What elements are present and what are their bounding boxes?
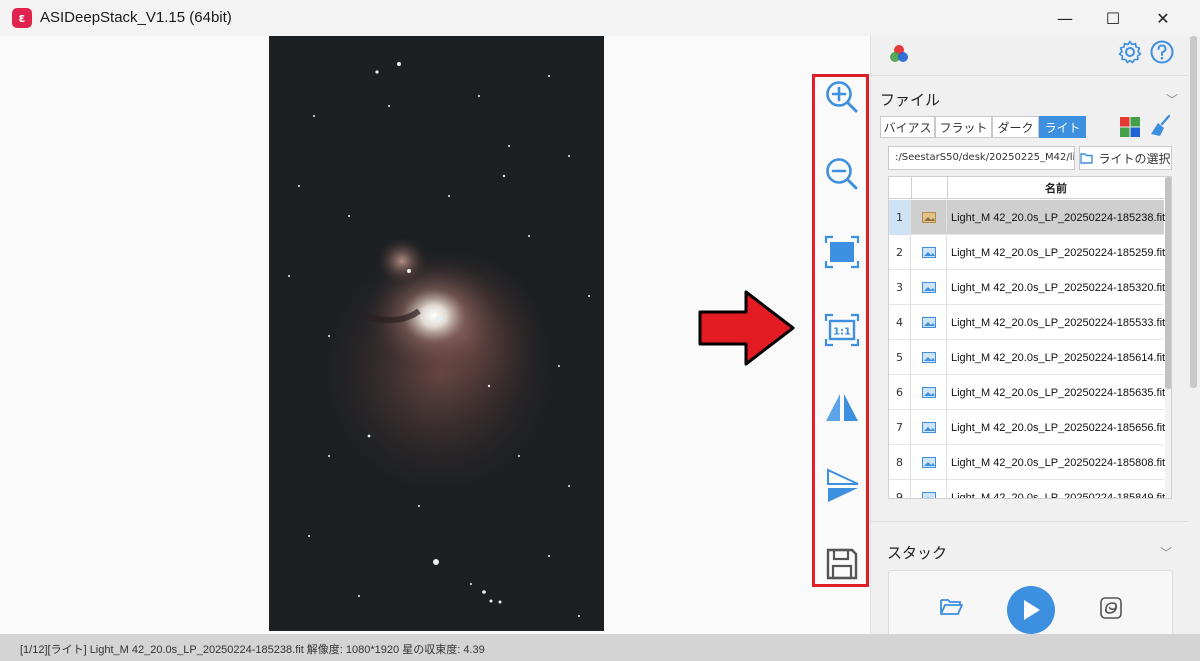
row-number: 5	[889, 340, 911, 375]
help-icon[interactable]	[1150, 40, 1174, 64]
table-row[interactable]: 8 Light_M 42_20.0s_LP_20250224-185808.fi…	[889, 445, 1166, 480]
panel-scroll-thumb[interactable]	[1190, 36, 1197, 388]
row-number: 7	[889, 410, 911, 445]
zoom-in-button[interactable]	[824, 79, 860, 115]
row-number: 2	[889, 235, 911, 270]
file-table: 名前 1 Light_M 42_20.0s_LP_20250224-185238…	[888, 176, 1172, 499]
table-row[interactable]: 3 Light_M 42_20.0s_LP_20250224-185320.fi…	[889, 270, 1166, 305]
gear-icon[interactable]	[1118, 40, 1142, 64]
image-file-icon	[911, 375, 947, 410]
folder-open-icon[interactable]	[939, 597, 963, 617]
window-title: ASIDeepStack_V1.15 (64bit)	[40, 9, 232, 26]
image-file-icon	[911, 305, 947, 340]
red-arrow-icon	[698, 290, 795, 366]
image-file-icon	[911, 340, 947, 375]
image-file-icon	[911, 480, 947, 498]
table-vertical-scroll-thumb[interactable]	[1165, 177, 1171, 389]
table-row[interactable]: 4 Light_M 42_20.0s_LP_20250224-185533.fi…	[889, 305, 1166, 340]
tab-dark[interactable]: ダーク	[992, 116, 1039, 138]
actual-size-button[interactable]: 1:1	[824, 312, 860, 348]
astro-image	[269, 36, 604, 631]
stack-section-title: スタック	[887, 544, 948, 562]
zoom-out-icon	[826, 158, 858, 190]
chevron-down-icon[interactable]: ﹀	[1166, 91, 1178, 108]
file-name: Light_M 42_20.0s_LP_20250224-185320.fit	[951, 281, 1166, 294]
table-row[interactable]: 5 Light_M 42_20.0s_LP_20250224-185614.fi…	[889, 340, 1166, 375]
title-bar: ε ASIDeepStack_V1.15 (64bit) — ☐ ✕	[0, 0, 1200, 36]
color-grid-icon[interactable]	[1119, 116, 1141, 138]
table-header: 名前	[889, 177, 1164, 199]
save-icon	[826, 548, 858, 580]
select-lights-button[interactable]: ライトの選択	[1079, 146, 1172, 170]
flip-horizontal-icon	[826, 394, 858, 421]
header-icon-column	[911, 177, 947, 199]
file-name: Light_M 42_20.0s_LP_20250224-185259.fit	[951, 246, 1166, 259]
table-row[interactable]: 9 Light_M 42_20.0s_LP_20250224-185849.fi…	[889, 480, 1166, 499]
play-icon	[1024, 600, 1040, 620]
stack-section: スタック ﹀	[871, 521, 1189, 640]
file-name: Light_M 42_20.0s_LP_20250224-185614.fit	[951, 351, 1166, 364]
broom-icon[interactable]	[1149, 114, 1173, 138]
image-file-icon	[911, 445, 947, 480]
view-toolbar: 1:1	[812, 74, 869, 587]
folder-add-icon	[1080, 153, 1094, 164]
table-vertical-scrollbar[interactable]	[1165, 177, 1171, 498]
flip-vertical-icon	[827, 468, 859, 502]
color-balance-icon[interactable]	[887, 42, 911, 66]
file-name: Light_M 42_20.0s_LP_20250224-185238.fit	[951, 211, 1166, 224]
panel-header	[871, 36, 1189, 76]
file-name: Light_M 42_20.0s_LP_20250224-185635.fit	[951, 386, 1166, 399]
file-name: Light_M 42_20.0s_LP_20250224-185656.fit	[951, 421, 1166, 434]
table-row[interactable]: 6 Light_M 42_20.0s_LP_20250224-185635.fi…	[889, 375, 1166, 410]
tab-bias[interactable]: バイアス	[880, 116, 935, 138]
tab-flat[interactable]: フラット	[935, 116, 992, 138]
fit-window-icon	[824, 235, 860, 269]
row-number: 6	[889, 375, 911, 410]
light-folder-path[interactable]: :/SeestarS50/desk/20250225_M42/lights	[888, 146, 1075, 170]
row-number: 8	[889, 445, 911, 480]
row-number: 9	[889, 480, 911, 498]
row-number: 3	[889, 270, 911, 305]
minimize-button[interactable]: —	[1042, 0, 1088, 36]
flip-horizontal-button[interactable]	[824, 390, 860, 426]
zoom-out-button[interactable]	[824, 156, 860, 192]
file-name: Light_M 42_20.0s_LP_20250224-185849.fit	[951, 491, 1166, 499]
start-stack-button[interactable]	[1007, 586, 1055, 634]
svg-text:1:1: 1:1	[833, 327, 851, 338]
app-window: ε ASIDeepStack_V1.15 (64bit) — ☐ ✕ 1:1 フ…	[0, 0, 1200, 661]
maximize-button[interactable]: ☐	[1090, 0, 1136, 36]
table-row[interactable]: 1 Light_M 42_20.0s_LP_20250224-185238.fi…	[889, 200, 1166, 235]
app-logo-icon: ε	[12, 8, 32, 28]
file-name: Light_M 42_20.0s_LP_20250224-185533.fit	[951, 316, 1166, 329]
tab-light[interactable]: ライト	[1039, 116, 1086, 138]
table-row[interactable]: 7 Light_M 42_20.0s_LP_20250224-185656.fi…	[889, 410, 1166, 445]
orion-nebula-image	[288, 62, 590, 617]
image-file-icon	[911, 410, 947, 445]
image-file-icon	[911, 270, 947, 305]
row-number: 4	[889, 305, 911, 340]
zoom-in-icon	[826, 81, 858, 113]
actual-size-icon: 1:1	[824, 313, 860, 347]
flip-vertical-button[interactable]	[824, 468, 860, 504]
galaxy-icon[interactable]	[1099, 596, 1123, 620]
image-file-icon	[911, 235, 947, 270]
close-button[interactable]: ✕	[1140, 0, 1186, 36]
panel-scrollbar[interactable]	[1188, 36, 1200, 634]
file-name: Light_M 42_20.0s_LP_20250224-185808.fit	[951, 456, 1166, 469]
control-panel: ファイル ﹀ バイアス フラット ダーク ライト :/SeestarS50/de…	[870, 36, 1189, 640]
stack-controls	[888, 570, 1173, 640]
save-image-button[interactable]	[824, 546, 860, 582]
status-bar: [1/12][ライト] Light_M 42_20.0s_LP_20250224…	[0, 634, 1200, 661]
header-name-column[interactable]: 名前	[947, 177, 1164, 199]
select-lights-label: ライトの選択	[1098, 151, 1171, 166]
row-number: 1	[889, 200, 911, 235]
fit-window-button[interactable]	[824, 234, 860, 270]
chevron-down-icon[interactable]: ﹀	[1160, 544, 1172, 561]
table-row[interactable]: 2 Light_M 42_20.0s_LP_20250224-185259.fi…	[889, 235, 1166, 270]
image-file-icon	[911, 200, 947, 235]
file-section-title: ファイル	[880, 91, 941, 109]
